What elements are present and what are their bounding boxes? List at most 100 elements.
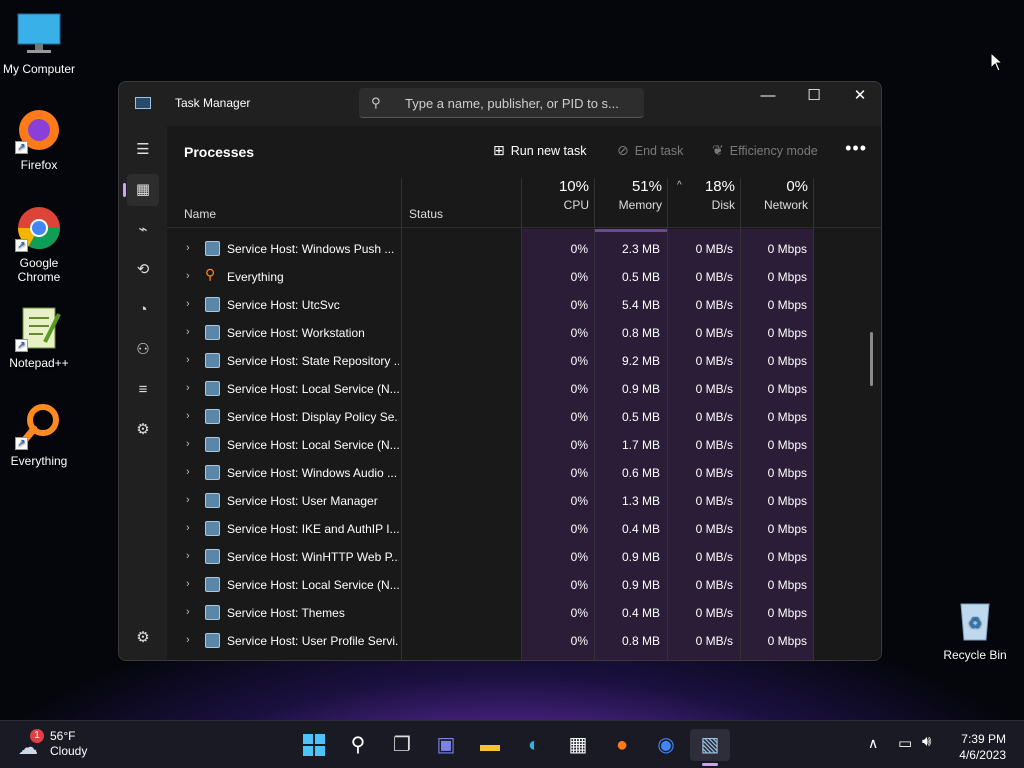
desktop-icon-everything[interactable]: ↗ Everything (0, 402, 78, 468)
column-header-memory[interactable]: 51% Memory (597, 178, 662, 212)
hamburger-menu-icon[interactable]: ☰ (127, 134, 159, 166)
process-name: Everything (227, 270, 284, 284)
table-row[interactable]: › Service Host: Local Service (N... 0% 1.7 … (167, 431, 881, 459)
expand-chevron-icon[interactable]: › (186, 522, 190, 534)
column-header-cpu[interactable]: 10% CPU (523, 178, 589, 212)
table-row[interactable]: › Service Host: WinHTTP Web P... 0% 0.9 MB 0… (167, 543, 881, 571)
microsoft-store-icon[interactable]: ▦ (558, 729, 598, 761)
show-hidden-icons-chevron-icon[interactable]: ∧ (868, 735, 878, 752)
start-button[interactable] (294, 729, 334, 761)
end-task-button[interactable]: ⊘ End task (617, 142, 683, 159)
table-row[interactable]: › Service Host: Windows Audio ... 0% 0.6 MB… (167, 459, 881, 487)
title-bar[interactable]: Task Manager ⚲ Type a name, publisher, o… (119, 82, 881, 126)
expand-chevron-icon[interactable]: › (186, 606, 190, 618)
expand-chevron-icon[interactable]: › (186, 410, 190, 422)
notepadpp-icon: ↗ (15, 304, 63, 352)
nav-users-icon[interactable]: ⚇ (127, 334, 159, 366)
cpu-value: 0% (570, 550, 588, 564)
table-row[interactable]: › Service Host: Local Service (N... 0% 0.9 … (167, 375, 881, 403)
table-row[interactable]: › Service Host: IKE and AuthIP I... 0% 0.4 … (167, 515, 881, 543)
expand-chevron-icon[interactable]: › (186, 578, 190, 590)
expand-chevron-icon[interactable]: › (186, 298, 190, 310)
desktop-icon-notepadpp[interactable]: ↗ Notepad++ (0, 304, 78, 370)
close-button[interactable]: ✕ (837, 82, 881, 112)
clock[interactable]: 7:39 PM 4/6/2023 (959, 731, 1006, 763)
cpu-total: 10% (558, 178, 589, 195)
cpu-value: 0% (570, 606, 588, 620)
task-view-icon[interactable]: ❐ (382, 729, 422, 761)
column-header-name[interactable]: Name (184, 207, 216, 221)
weather-temperature: 56°F (50, 729, 76, 743)
run-new-task-button[interactable]: ⊞ Run new task (493, 142, 586, 159)
memory-value: 0.6 MB (621, 466, 660, 480)
monitor-icon (15, 10, 63, 58)
nav-startup-apps-icon[interactable]: ◔ (127, 294, 159, 326)
teams-chat-icon[interactable]: ▣ (426, 729, 466, 761)
column-header-network[interactable]: 0% Network (743, 178, 808, 212)
desktop-icon-my-computer[interactable]: My Computer (0, 10, 78, 76)
table-row[interactable]: › Service Host: User Manager 0% 1.3 MB 0 MB/… (167, 487, 881, 515)
process-name: Service Host: User Manager (227, 494, 378, 508)
network-label: Network (763, 198, 808, 212)
expand-chevron-icon[interactable]: › (186, 382, 190, 394)
table-row[interactable]: › Service Host: Display Policy Se... 0% 0.5… (167, 403, 881, 431)
table-row[interactable]: › Service Host: Windows Push ... 0% 2.3 MB 0… (167, 235, 881, 263)
firefox-taskbar-icon[interactable]: ● (602, 729, 642, 761)
nav-performance-icon[interactable]: ⌁ (127, 214, 159, 246)
efficiency-mode-button[interactable]: ❦ Efficiency mode (712, 142, 818, 159)
maximize-button[interactable]: ☐ (791, 82, 837, 112)
expand-chevron-icon[interactable]: › (186, 550, 190, 562)
shortcut-arrow-icon: ↗ (15, 239, 28, 252)
nav-services-icon[interactable]: ⚙ (127, 414, 159, 446)
expand-chevron-icon[interactable]: › (186, 270, 190, 282)
desktop-icon-label: Notepad++ (9, 356, 69, 370)
minimize-button[interactable]: — (745, 82, 791, 112)
chrome-taskbar-icon[interactable]: ◉ (646, 729, 686, 761)
active-app-indicator (702, 763, 718, 766)
column-header-disk[interactable]: 18% Disk (670, 178, 735, 212)
edge-icon[interactable]: ◐ (514, 729, 554, 761)
table-row[interactable]: › Service Host: Local Service (N... 0% 0.9 … (167, 571, 881, 599)
expand-chevron-icon[interactable]: › (186, 466, 190, 478)
disk-value: 0 MB/s (695, 382, 733, 396)
expand-chevron-icon[interactable]: › (186, 494, 190, 506)
table-row[interactable]: › Service Host: Workstation 0% 0.8 MB 0 MB/s… (167, 319, 881, 347)
disk-value: 0 MB/s (695, 354, 733, 368)
expand-chevron-icon[interactable]: › (186, 634, 190, 646)
table-row[interactable]: › Service Host: State Repository ... 0% 9.2… (167, 347, 881, 375)
disk-value: 0 MB/s (695, 410, 733, 424)
table-row[interactable]: › Service Host: User Profile Servi... 0% 0.… (167, 627, 881, 655)
process-list: › Service Host: Windows Push ... 0% 2.3 MB 0… (167, 229, 881, 660)
search-taskbar-icon[interactable]: ⚲ (338, 729, 378, 761)
process-name: Service Host: Local Service (N... (227, 578, 399, 592)
table-row[interactable]: › Service Host: Themes 0% 0.4 MB 0 MB/s 0 Mbp… (167, 599, 881, 627)
file-explorer-icon[interactable]: ▬ (470, 729, 510, 761)
nav-processes-icon[interactable]: ▦ (123, 174, 159, 206)
expand-chevron-icon[interactable]: › (186, 354, 190, 366)
column-header-status[interactable]: Status (409, 207, 443, 221)
expand-chevron-icon[interactable]: › (186, 242, 190, 254)
desktop-icon-chrome[interactable]: ↗ Google Chrome (0, 204, 78, 284)
volume-icon[interactable]: 🔊︎ (922, 733, 931, 750)
nav-settings-icon[interactable]: ⚙ (127, 622, 159, 654)
task-manager-taskbar-icon[interactable]: ▧ (690, 729, 730, 761)
expand-chevron-icon[interactable]: › (186, 438, 190, 450)
nav-details-icon[interactable]: ≡ (127, 374, 159, 406)
expand-chevron-icon[interactable]: › (186, 326, 190, 338)
leaf-icon: ❦ (712, 142, 724, 158)
table-row[interactable]: › Service Host: UtcSvc 0% 5.4 MB 0 MB/s 0 Mbp… (167, 291, 881, 319)
memory-value: 0.5 MB (621, 270, 660, 284)
network-status-icon[interactable]: ▭ (898, 734, 912, 752)
search-input[interactable]: ⚲ Type a name, publisher, or PID to s... (359, 88, 644, 118)
navigation-sidebar: ☰ ▦ ⌁ ⟲ ◔ ⚇ ≡ ⚙ ⚙ (119, 126, 167, 660)
desktop-icon-recycle-bin[interactable]: ♻ Recycle Bin (936, 596, 1014, 662)
memory-value: 1.7 MB (621, 438, 660, 452)
table-row[interactable]: › ⚲ Everything 0% 0.5 MB 0 MB/s 0 Mbps (167, 263, 881, 291)
desktop-icon-firefox[interactable]: ↗ Firefox (0, 106, 78, 172)
network-value: 0 Mbps (767, 382, 807, 396)
network-value: 0 Mbps (767, 298, 807, 312)
nav-app-history-icon[interactable]: ⟲ (127, 254, 159, 286)
run-task-icon: ⊞ (493, 142, 505, 158)
more-options-icon[interactable]: ••• (845, 138, 867, 159)
vertical-scrollbar[interactable] (870, 332, 873, 386)
